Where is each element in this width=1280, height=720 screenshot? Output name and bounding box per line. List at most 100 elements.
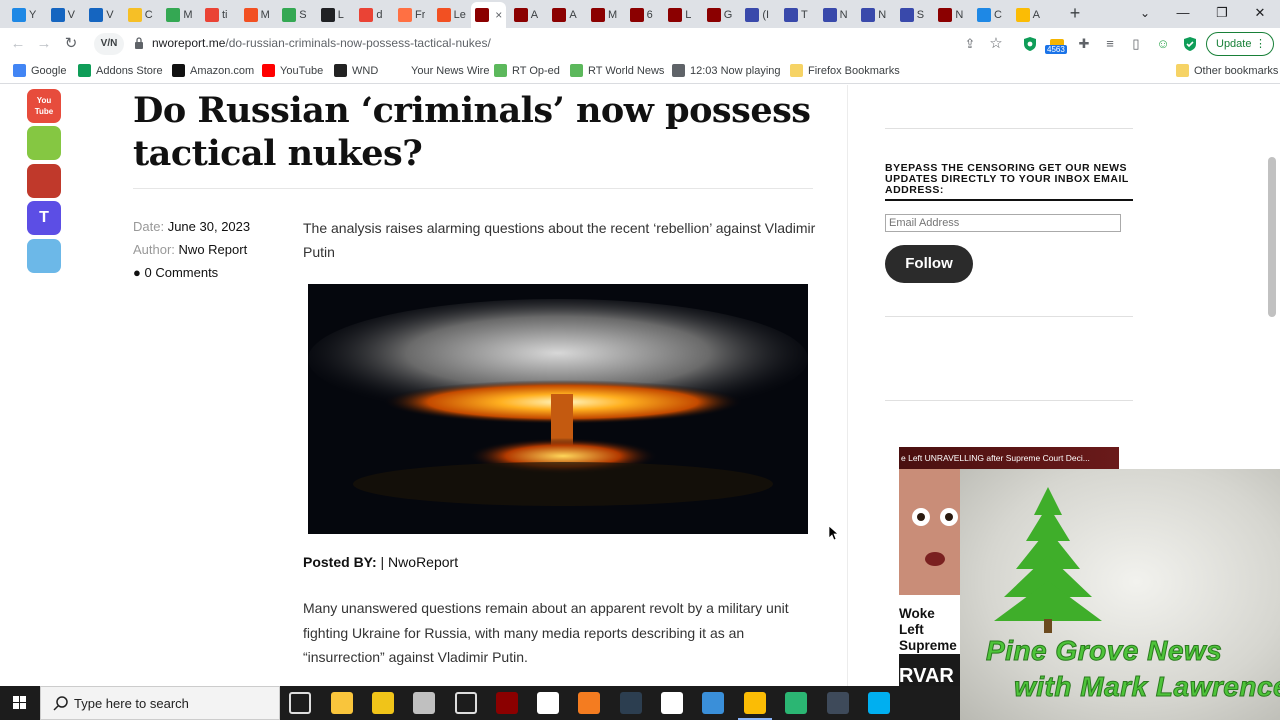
tab-favicon-icon — [784, 8, 798, 22]
browser-tab[interactable]: A — [1015, 4, 1040, 26]
browser-tab[interactable]: V — [50, 4, 75, 26]
app-draw-icon[interactable] — [702, 692, 724, 714]
vpn-check-icon[interactable] — [1181, 35, 1199, 53]
bookmark-item[interactable]: Amazon.com — [172, 64, 254, 77]
app-dots-icon[interactable] — [661, 692, 683, 714]
browser-tab[interactable]: N — [938, 4, 963, 26]
bookmark-item[interactable]: RT Op-ed — [494, 64, 560, 77]
app-tools-icon[interactable] — [413, 692, 435, 714]
browser-tab[interactable]: 6 — [629, 4, 653, 26]
app-red-icon[interactable] — [496, 692, 518, 714]
chrome-menu-icon[interactable]: ⋮ — [1255, 33, 1266, 55]
date-label: Date: — [133, 219, 165, 234]
browser-tab[interactable]: C — [977, 4, 1002, 26]
browser-tab[interactable]: d — [359, 4, 383, 26]
tab-strip: + ⌄ — ❐ ✕ Y V V C Mti M S Ld Fr Le × A A M 6 L G (I T N N S N C… — [0, 0, 1280, 28]
task-view-icon[interactable] — [289, 692, 311, 714]
skype-icon[interactable] — [868, 692, 890, 714]
tab-favicon-icon — [822, 8, 837, 22]
browser-tab[interactable]: S — [282, 4, 307, 26]
side-panel-icon[interactable]: ▯ — [1127, 35, 1145, 53]
browser-tab[interactable]: V — [89, 4, 114, 26]
app-vpn-icon[interactable] — [372, 692, 394, 714]
windows-start-icon[interactable] — [0, 686, 40, 720]
email-input[interactable] — [885, 214, 1121, 232]
browser-tab[interactable]: × — [471, 2, 507, 28]
settings-icon[interactable] — [455, 692, 477, 714]
other-bookmarks[interactable]: Other bookmarks — [1176, 64, 1278, 77]
bookmark-item[interactable]: Your News Wire — [393, 64, 489, 77]
close-tab-icon[interactable]: × — [495, 8, 502, 22]
tab-label: N — [839, 9, 848, 21]
gab-share-icon[interactable] — [27, 164, 61, 198]
browser-tab[interactable]: Le — [436, 4, 466, 26]
address-bar[interactable]: nworeport.me/do-russian-criminals-now-po… — [152, 36, 491, 50]
bookmark-item[interactable]: WND — [334, 64, 378, 77]
scrollbar-thumb[interactable] — [1268, 157, 1276, 317]
browser-tab[interactable]: G — [706, 4, 732, 26]
tab-favicon-icon — [398, 8, 412, 22]
bookmark-favicon-icon — [672, 64, 685, 77]
reading-list-icon[interactable]: ≡ — [1101, 35, 1119, 53]
bookmark-item[interactable]: YouTube — [262, 64, 323, 77]
browser-tab[interactable]: L — [668, 4, 691, 26]
comments-link[interactable]: ● 0 Comments — [133, 265, 218, 280]
browser-tab[interactable]: Fr — [398, 4, 425, 26]
close-window-button[interactable]: ✕ — [1241, 0, 1279, 28]
browser-tab[interactable]: A — [513, 4, 538, 26]
reload-button[interactable]: ↻ — [60, 33, 82, 55]
browser-tab[interactable]: A — [552, 4, 577, 26]
bookmark-item[interactable]: Addons Store — [78, 64, 163, 77]
app-orange-icon[interactable] — [578, 692, 600, 714]
youtube-share-icon[interactable]: You Tube — [27, 89, 61, 123]
browser-tab[interactable]: M — [166, 4, 193, 26]
extensions-puzzle-icon[interactable]: ✚ — [1075, 35, 1093, 53]
shield-extension-icon[interactable] — [1021, 35, 1039, 53]
truth-share-icon[interactable]: T — [27, 201, 61, 235]
browser-tab[interactable]: N — [861, 4, 886, 26]
minimize-button[interactable]: — — [1164, 0, 1202, 28]
browser-tab[interactable]: M — [243, 4, 270, 26]
telegram-share-icon[interactable] — [27, 239, 61, 273]
tab-search-icon[interactable]: ⌄ — [1126, 0, 1164, 28]
url-path: /do-russian-criminals-now-possess-tactic… — [225, 36, 491, 50]
app-dark-icon[interactable] — [827, 692, 849, 714]
tab-label: S — [916, 9, 925, 21]
update-button[interactable]: Update ⋮ — [1206, 32, 1274, 56]
follow-button[interactable]: Follow — [885, 245, 973, 283]
video-caption[interactable]: Woke Left Supreme — [899, 606, 961, 654]
browser-tab[interactable]: M — [591, 4, 617, 26]
rumble-share-icon[interactable] — [27, 126, 61, 160]
back-button[interactable]: ← — [7, 33, 29, 55]
browser-tab[interactable]: S — [899, 4, 925, 26]
browser-tab[interactable]: C — [127, 4, 153, 26]
taskbar-search[interactable]: Type here to search — [40, 686, 280, 720]
bookmark-item[interactable]: RT World News — [570, 64, 664, 77]
browser-tab[interactable]: ti — [205, 4, 228, 26]
bookmark-star-icon[interactable]: ☆ — [987, 35, 1005, 53]
new-tab-button[interactable]: + — [1066, 4, 1084, 24]
share-icon[interactable]: ⇪ — [961, 35, 979, 53]
app-green-icon[interactable] — [785, 692, 807, 714]
forward-button[interactable]: → — [33, 33, 55, 55]
bookmark-item[interactable]: Google — [13, 64, 66, 77]
app-x-icon[interactable] — [620, 692, 642, 714]
browser-tab[interactable]: (I — [745, 4, 769, 26]
tab-favicon-icon — [475, 8, 490, 22]
browser-tab[interactable]: Y — [12, 4, 36, 26]
browser-tab[interactable]: T — [784, 4, 808, 26]
browser-tab[interactable]: N — [822, 4, 848, 26]
profile-icon[interactable]: ☺ — [1154, 35, 1172, 53]
browser-tab[interactable]: L — [320, 4, 344, 26]
app-doc-icon[interactable] — [537, 692, 559, 714]
site-info-button[interactable]: V/N — [94, 33, 124, 55]
chrome-icon[interactable] — [738, 692, 772, 720]
second-video-thumbnail[interactable]: RVAR — [899, 654, 961, 686]
restore-button[interactable]: ❐ — [1203, 0, 1241, 28]
screen: + ⌄ — ❐ ✕ Y V V C Mti M S Ld Fr Le × A A M 6 L G (I T N N S N C… — [0, 0, 1280, 720]
bookmark-item[interactable]: 12:03 Now playing — [672, 64, 781, 77]
author-link[interactable]: Nwo Report — [179, 242, 248, 257]
tab-favicon-icon — [861, 8, 876, 22]
bookmark-item[interactable]: Firefox Bookmarks — [790, 64, 900, 77]
file-explorer-icon[interactable] — [331, 692, 353, 714]
